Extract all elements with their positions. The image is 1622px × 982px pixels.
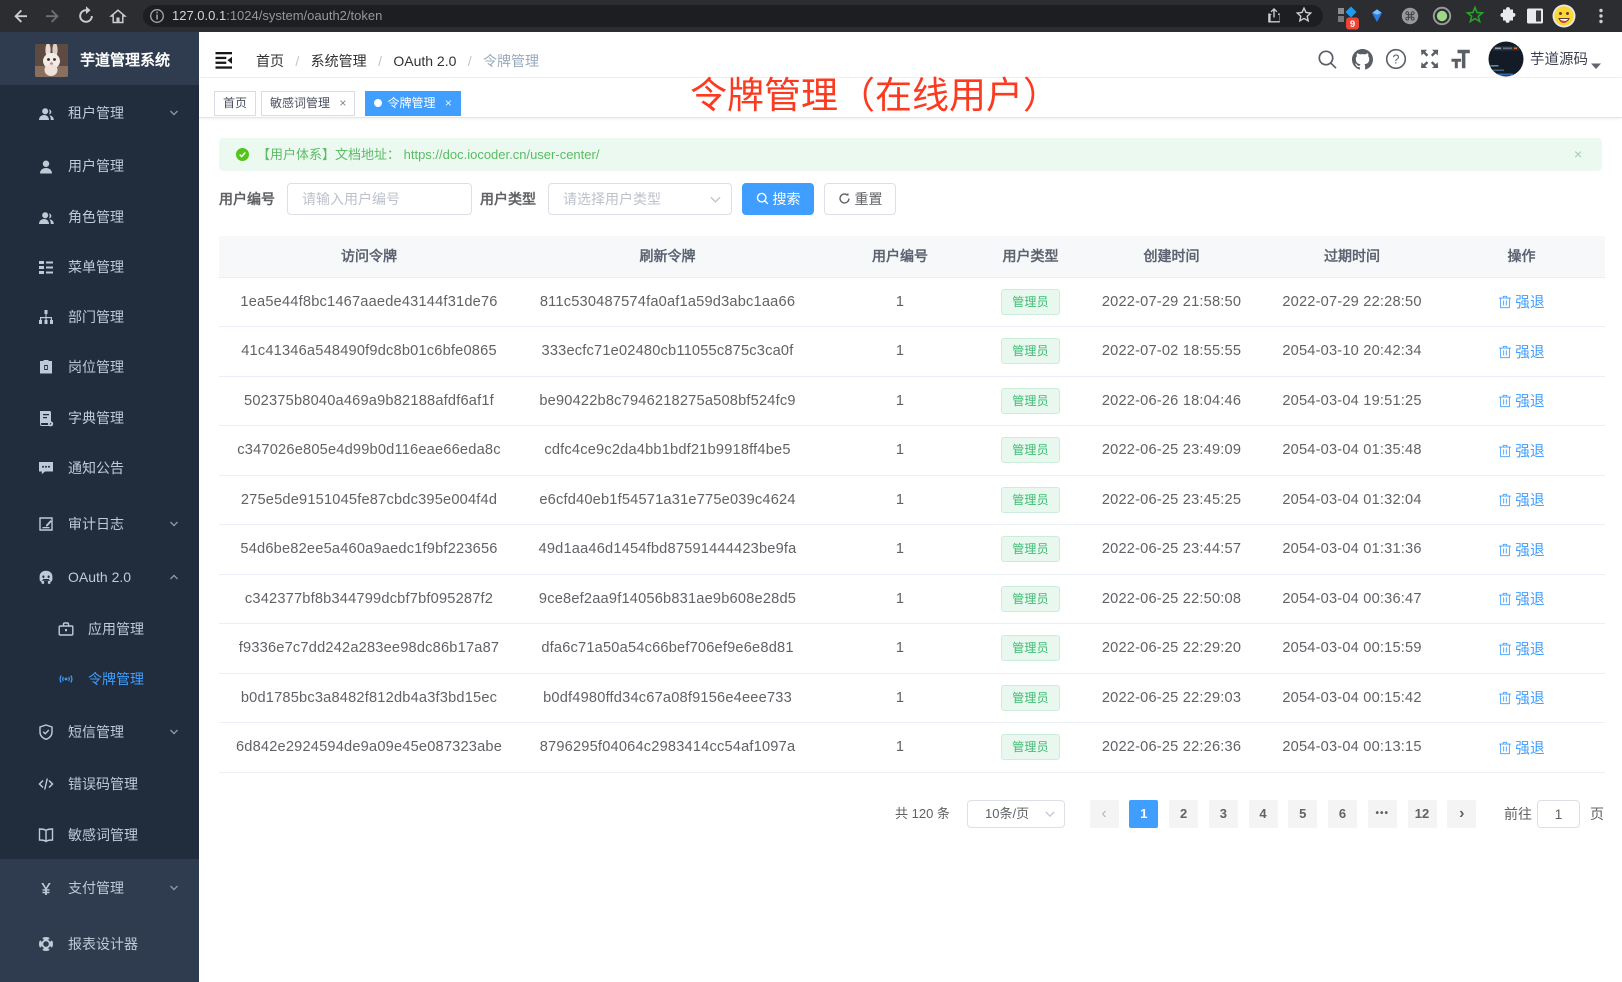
svg-text:?: ? xyxy=(1393,53,1400,67)
svg-text:9: 9 xyxy=(1350,19,1355,30)
svg-text:⌘: ⌘ xyxy=(1404,9,1416,23)
svg-text:芋道源码: 芋道源码 xyxy=(1530,51,1588,68)
